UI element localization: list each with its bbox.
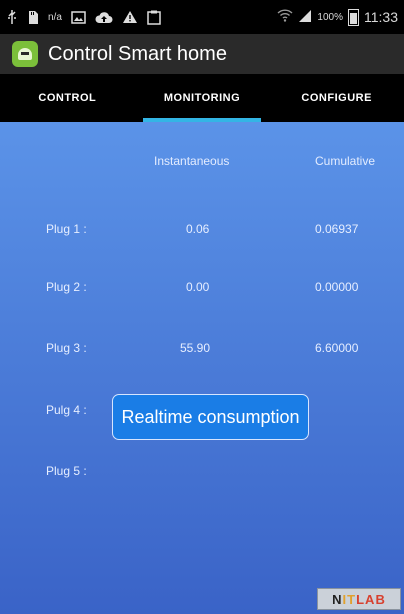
nitlab-logo: N IT LAB	[317, 588, 401, 610]
sd-card-icon	[27, 10, 39, 25]
logo-part-it: IT	[342, 591, 357, 607]
tab-configure[interactable]: CONFIGURE	[269, 74, 404, 122]
logo-part-lab: LAB	[356, 591, 386, 607]
logo-part-n: N	[332, 591, 343, 607]
monitoring-panel: Instantaneous Cumulative Plug 1 : 0.06 0…	[0, 122, 404, 614]
status-bar-system: 100% 11:33	[277, 8, 398, 26]
plug-1-instantaneous: 0.06	[186, 222, 210, 236]
usb-icon	[6, 9, 18, 25]
plug-1-label: Plug 1 :	[46, 222, 87, 236]
plug-2-label: Plug 2 :	[46, 280, 87, 294]
app-bar: Control Smart home	[0, 34, 404, 74]
clock: 11:33	[364, 9, 398, 25]
clipboard-icon	[147, 10, 161, 25]
plug-1-cumulative: 0.06937	[315, 222, 359, 236]
battery-percent: 100%	[317, 11, 343, 23]
battery-icon	[348, 8, 359, 26]
warning-icon	[122, 10, 138, 24]
plug-4-label: Pulg 4 :	[46, 403, 87, 417]
instantaneous-header: Instantaneous	[154, 154, 230, 168]
plug-2-cumulative: 0.00000	[315, 280, 359, 294]
status-bar-notifications: n/a	[6, 9, 161, 25]
cumulative-header: Cumulative	[315, 154, 376, 168]
realtime-consumption-button[interactable]: Realtime consumption	[112, 394, 309, 440]
tab-control[interactable]: CONTROL	[0, 74, 135, 122]
signal-strength-icon	[298, 9, 312, 26]
tab-monitoring[interactable]: MONITORING	[135, 74, 270, 122]
app-title: Control Smart home	[48, 42, 227, 65]
wifi-icon	[277, 9, 293, 25]
plug-2-instantaneous: 0.00	[186, 280, 210, 294]
plug-3-label: Plug 3 :	[46, 341, 87, 355]
plug-3-instantaneous: 55.90	[180, 341, 211, 355]
android-app-icon	[12, 41, 38, 67]
plug-3-cumulative: 6.60000	[315, 341, 359, 355]
plug-5-label: Plug 5 :	[46, 464, 87, 478]
image-icon	[71, 10, 86, 24]
status-bar: n/a 100% 11:33	[0, 0, 404, 34]
signal-status-text: n/a	[48, 11, 62, 23]
tab-bar: CONTROL MONITORING CONFIGURE	[0, 74, 404, 122]
cloud-upload-icon	[95, 11, 113, 24]
